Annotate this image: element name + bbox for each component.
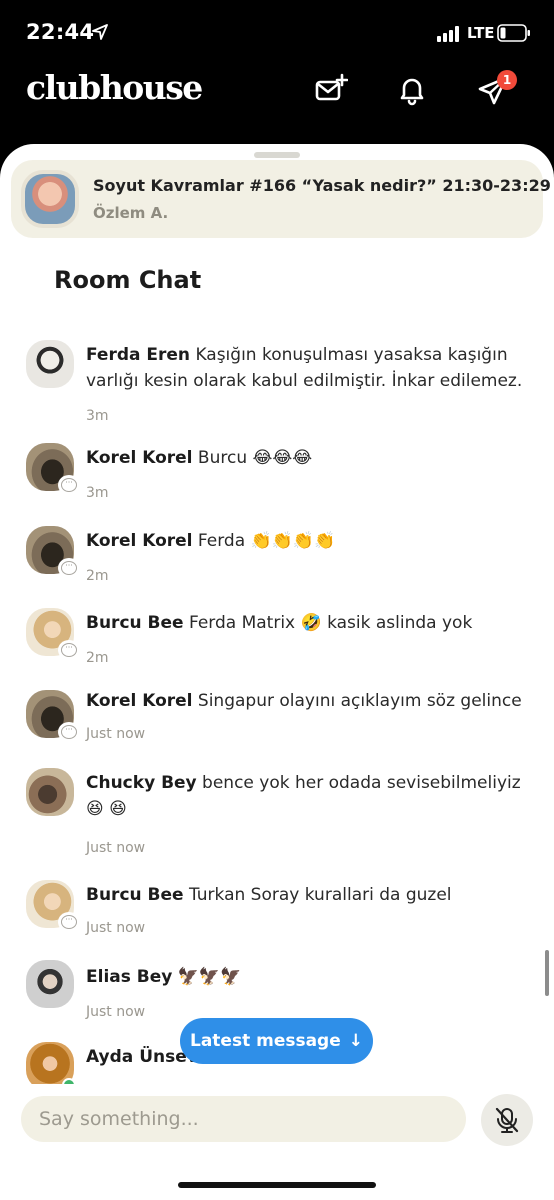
- sender-name[interactable]: Korel Korel: [86, 448, 193, 468]
- network-label: LTE: [467, 24, 495, 42]
- activity-button[interactable]: 1: [471, 68, 517, 112]
- message-content: Burcu 😂😂😂: [197, 448, 313, 468]
- message-content: Ferda 👏👏👏👏: [197, 531, 336, 551]
- avatar[interactable]: [26, 768, 74, 816]
- battery-icon: [497, 24, 530, 42]
- sender-name[interactable]: Burcu Bee: [86, 885, 184, 905]
- online-indicator: [62, 1078, 76, 1084]
- sender-name[interactable]: Ferda Eren: [86, 345, 190, 365]
- sender-name[interactable]: Korel Korel: [86, 531, 193, 551]
- message-text: Ferda Eren Kaşığın konuşulması yasaksa k…: [86, 342, 538, 394]
- chat-list[interactable]: Ferda Eren Kaşığın konuşulması yasaksa k…: [0, 334, 554, 1084]
- chat-bubble-icon: ···: [58, 558, 80, 578]
- message-text: Elias Bey 🦅🦅🦅: [86, 964, 538, 990]
- message-text: Korel Korel Burcu 😂😂😂: [86, 445, 538, 471]
- sender-name[interactable]: Burcu Bee: [86, 613, 184, 633]
- message-time: 3m: [86, 485, 109, 501]
- avatar[interactable]: [26, 960, 74, 1008]
- home-indicator: [178, 1182, 376, 1188]
- mute-button[interactable]: [481, 1094, 533, 1146]
- chat-bubble-icon: ···: [58, 640, 80, 660]
- message-text: Burcu Bee Ferda Matrix 🤣 kasik aslinda y…: [86, 610, 538, 636]
- latest-message-label: Latest message: [189, 1031, 341, 1051]
- message-content: Turkan Soray kurallari da guzel: [188, 885, 452, 905]
- status-bar: 22:44 LTE: [0, 0, 554, 64]
- chat-bubble-icon: ···: [58, 912, 80, 932]
- message-content: 🦅🦅🦅: [177, 967, 242, 987]
- sender-name[interactable]: Elias Bey: [86, 967, 172, 987]
- status-time: 22:44: [26, 20, 95, 44]
- message-text: Korel Korel Singapur olayını açıklayım s…: [86, 688, 538, 714]
- room-title: Soyut Kavramlar #166 “Yasak nedir?” 21:3…: [93, 176, 551, 195]
- latest-message-button[interactable]: Latest message ↓: [180, 1018, 373, 1064]
- envelope-plus-icon: [315, 73, 348, 101]
- signal-icon: [437, 26, 459, 42]
- chat-bubble-icon: ···: [58, 722, 80, 742]
- location-arrow-icon: [92, 24, 108, 40]
- chat-bubble-icon: ···: [58, 475, 80, 495]
- chat-input[interactable]: [21, 1096, 466, 1142]
- app-header: clubhouse 1: [0, 64, 554, 144]
- clubhouse-logo: clubhouse: [26, 68, 203, 107]
- notification-badge: 1: [497, 70, 517, 90]
- message-text: Burcu Bee Turkan Soray kurallari da guze…: [86, 882, 538, 908]
- sender-name[interactable]: Chucky Bey: [86, 773, 197, 793]
- invite-button[interactable]: [309, 68, 353, 112]
- avatar[interactable]: [26, 340, 74, 388]
- message-text: Korel Korel Ferda 👏👏👏👏: [86, 528, 538, 554]
- message-content: Ferda Matrix 🤣 kasik aslinda yok: [188, 613, 473, 633]
- message-time: Just now: [86, 726, 146, 742]
- mic-off-icon: [495, 1107, 519, 1133]
- message-time: Just now: [86, 1004, 146, 1020]
- scroll-indicator: [545, 950, 549, 996]
- message-text: Chucky Bey bence yok her odada sevisebil…: [86, 770, 538, 822]
- arrow-down-icon: ↓: [348, 1031, 364, 1051]
- message-time: 2m: [86, 568, 109, 584]
- message-time: 3m: [86, 408, 109, 424]
- bell-icon: [400, 78, 424, 106]
- message-time: Just now: [86, 840, 146, 856]
- room-sheet: Soyut Kavramlar #166 “Yasak nedir?” 21:3…: [0, 144, 554, 1200]
- room-host-name: Özlem A.: [93, 204, 169, 222]
- sheet-grabber[interactable]: [254, 152, 300, 158]
- notifications-button[interactable]: [390, 68, 434, 112]
- room-card[interactable]: Soyut Kavramlar #166 “Yasak nedir?” 21:3…: [11, 160, 551, 238]
- message-time: 2m: [86, 650, 109, 666]
- message-content: Singapur olayını açıklayım söz gelince: [197, 691, 522, 711]
- chat-heading: Room Chat: [54, 266, 202, 294]
- sender-name[interactable]: Korel Korel: [86, 691, 193, 711]
- room-host-avatar: [21, 170, 79, 228]
- message-time: Just now: [86, 920, 146, 936]
